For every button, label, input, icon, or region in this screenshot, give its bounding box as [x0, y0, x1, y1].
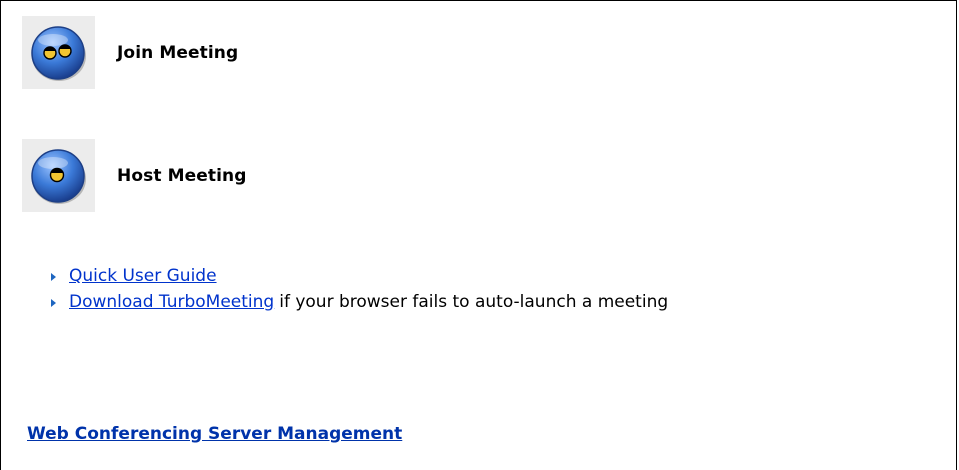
- download-turbomeeting-link[interactable]: Download TurboMeeting: [69, 292, 274, 312]
- list-item: Download TurboMeeting if your browser fa…: [51, 289, 668, 315]
- bullet-arrow-icon: [51, 298, 56, 307]
- host-meeting-label: Host Meeting: [117, 165, 247, 186]
- single-person-icon: [22, 139, 95, 212]
- list-item: Quick User Guide: [51, 263, 668, 289]
- help-links: Quick User Guide Download TurboMeeting i…: [51, 263, 668, 315]
- bullet-arrow-icon: [51, 272, 56, 281]
- quick-user-guide-link[interactable]: Quick User Guide: [69, 266, 217, 286]
- two-people-icon: [22, 16, 95, 89]
- join-meeting-label: Join Meeting: [117, 42, 239, 63]
- download-note: if your browser fails to auto-launch a m…: [279, 292, 669, 312]
- server-management-link[interactable]: Web Conferencing Server Management: [27, 424, 402, 444]
- host-meeting-button[interactable]: Host Meeting: [22, 139, 246, 212]
- join-meeting-button[interactable]: Join Meeting: [22, 16, 238, 89]
